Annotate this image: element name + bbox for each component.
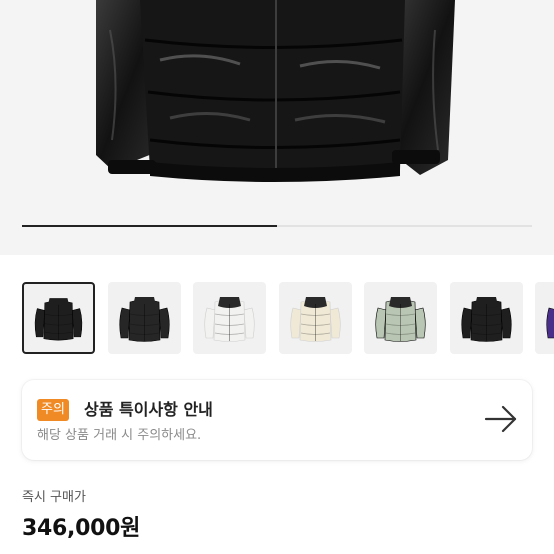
thumbnail-black[interactable] [449,282,523,354]
notice-title: 상품 특이사항 안내 [84,400,213,419]
price-value: 346,000원 [22,516,141,541]
thumbnail-matte-black[interactable] [107,282,181,354]
gallery-progress-bar [22,225,532,227]
thumbnail-shiny-black[interactable] [22,282,95,354]
product-image[interactable] [0,0,554,255]
thumbnail-purple[interactable] [535,282,554,354]
jacket-thumbnail-icon [375,297,426,342]
jacket-thumbnail-icon [118,297,170,342]
jacket-thumbnail-icon [546,307,554,339]
warning-badge: 주의 [37,399,69,421]
thumbnail-sage[interactable] [364,282,437,354]
jacket-thumbnail-icon [289,297,341,342]
color-thumbnail-list [22,282,554,354]
jacket-thumbnail-icon [460,297,512,342]
arrow-right-icon[interactable] [484,404,518,434]
jacket-thumbnail-icon [34,298,83,341]
gallery-progress-fill [22,225,277,227]
jacket-thumbnail-icon [204,297,255,342]
thumbnail-white[interactable] [193,282,266,354]
jacket-illustration [96,0,455,182]
notice-subtitle: 해당 상품 거래 시 주의하세요. [37,428,202,443]
notice-card[interactable]: 주의 상품 특이사항 안내 해당 상품 거래 시 주의하세요. [22,380,532,460]
price-label: 즉시 구매가 [22,490,86,505]
thumbnail-cream[interactable] [278,282,352,354]
